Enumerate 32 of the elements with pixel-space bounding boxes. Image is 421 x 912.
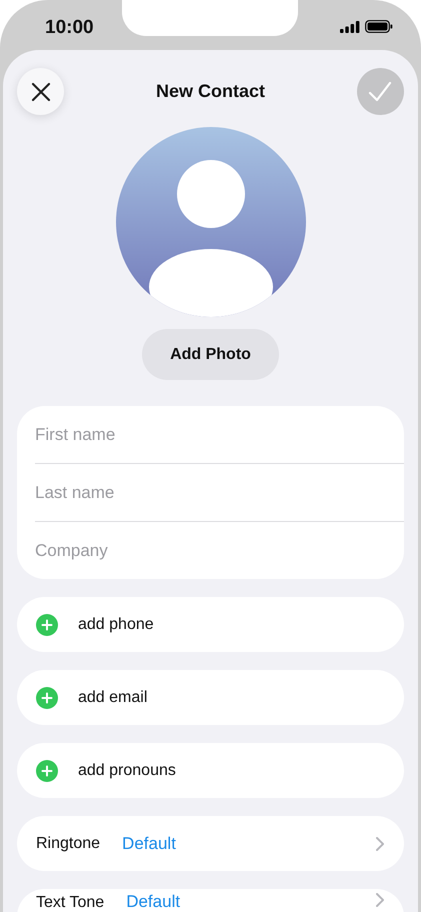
row-value: Default (126, 892, 182, 912)
add-icon (36, 760, 58, 782)
text-field[interactable]: Last name (35, 464, 404, 522)
text-field[interactable]: Company (35, 522, 404, 579)
row-value: Default (122, 834, 177, 854)
row-label: add email (78, 688, 148, 706)
signal-icon (340, 20, 360, 32)
checkmark-icon (368, 80, 392, 104)
add-icon (36, 686, 58, 708)
settings-row[interactable]: Ringtone Default (17, 816, 404, 871)
status-time: 10:00 (45, 17, 94, 39)
settings-row[interactable]: Text Tone Default (17, 889, 404, 912)
text-input[interactable]: Last name (35, 482, 404, 502)
row-label: Ringtone (36, 834, 100, 852)
row-label: Text Tone (36, 894, 104, 912)
add-row[interactable]: add pronouns (17, 743, 404, 798)
chevron-icon (376, 893, 384, 907)
row-label: add pronouns (78, 762, 176, 780)
add-row[interactable]: add email (17, 670, 404, 725)
add-row[interactable]: add phone (17, 597, 404, 652)
text-field[interactable]: First name (35, 406, 404, 464)
sheet-title: New Contact (156, 81, 265, 102)
close-button[interactable] (17, 68, 64, 115)
chevron-icon (376, 836, 384, 850)
close-icon (30, 82, 50, 102)
text-input[interactable]: First name (35, 424, 404, 444)
row-label: add phone (78, 616, 154, 634)
text-input[interactable]: Company (35, 540, 404, 560)
battery-icon (365, 20, 393, 33)
add-icon (36, 614, 58, 636)
avatar-placeholder-icon (116, 127, 306, 317)
add-photo-button[interactable]: Add Photo (142, 329, 279, 380)
